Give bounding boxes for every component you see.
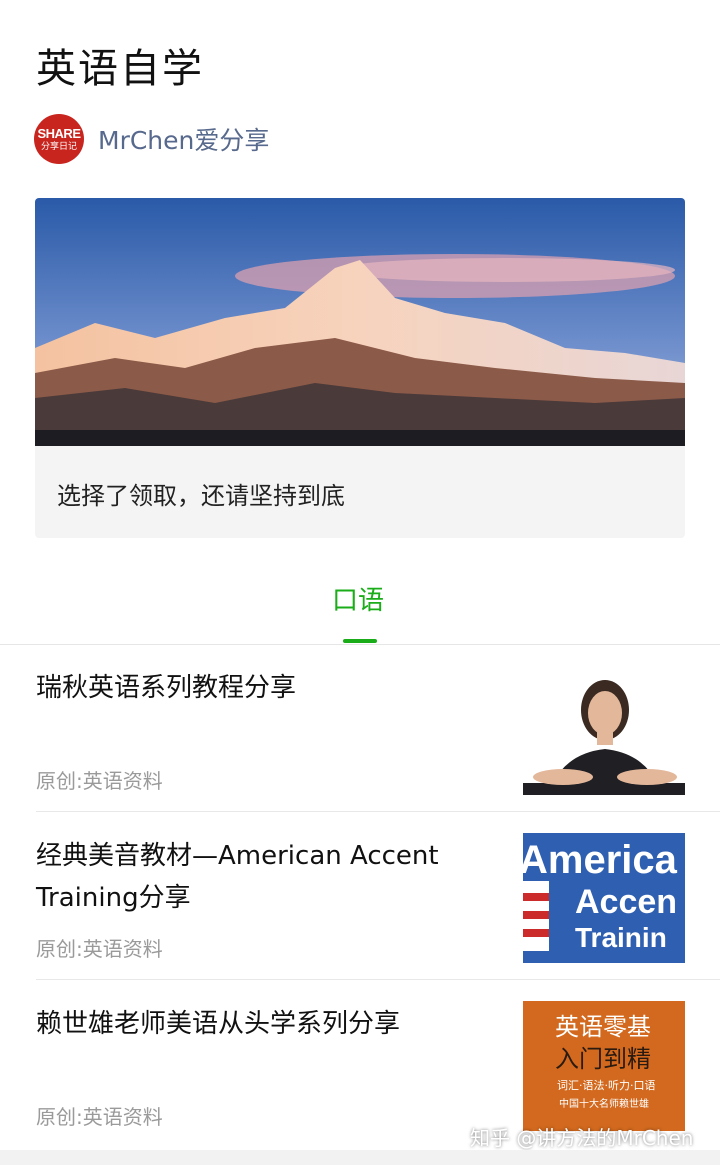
article-title[interactable]: 经典美音教材—American Accent Training分享 [36,835,488,919]
thumb-text-line2: 入门到精 [555,1045,651,1073]
article-item[interactable]: 经典美音教材—American Accent Training分享 原创:英语资… [0,813,720,981]
article-title[interactable]: 赖世雄老师美语从头学系列分享 [36,1003,488,1045]
thumb-text-line4: 中国十大名师赖世雄 [559,1097,649,1110]
banner-caption: 选择了领取，还请坚持到底 [57,482,345,510]
article-source: 原创:英语资料 [36,769,163,793]
thumb-text-america: America [523,838,678,882]
article-title[interactable]: 瑞秋英语系列教程分享 [36,667,488,709]
avatar-text-diary: 分享日记 [40,141,77,151]
banner-image [35,198,685,446]
bottom-bar [0,1150,720,1165]
author-name[interactable]: MrChen爱分享 [98,121,269,157]
author-row[interactable]: SHARE 分享日记 MrChen爱分享 [34,114,269,164]
article-source: 原创:英语资料 [36,1105,163,1129]
tab-spoken-english[interactable]: 口语 [332,580,384,617]
article-thumbnail: America Accen Trainin [523,833,685,963]
watermark: 知乎 @讲方法的MrChen [470,1126,694,1150]
article-source: 原创:英语资料 [36,937,163,961]
page-title: 英语自学 [36,46,204,92]
thumb-text-accent: Accen [575,883,677,921]
thumb-text-training: Trainin [575,922,667,953]
divider [36,811,720,812]
avatar-text-share: SHARE [37,126,81,141]
article-thumbnail: 英语零基 入门到精 词汇·语法·听力·口语 中国十大名师赖世雄 [523,1001,685,1131]
tab-bar: 口语 [0,580,720,645]
thumb-text-line1: 英语零基 [555,1013,651,1041]
article-item[interactable]: 瑞秋英语系列教程分享 原创:英语资料 [0,645,720,813]
tab-active-indicator [343,639,377,643]
banner-card[interactable]: 选择了领取，还请坚持到底 [35,198,685,538]
article-thumbnail [523,665,685,795]
divider [36,979,720,980]
avatar[interactable]: SHARE 分享日记 [34,114,84,164]
thumb-text-line3: 词汇·语法·听力·口语 [557,1078,656,1092]
